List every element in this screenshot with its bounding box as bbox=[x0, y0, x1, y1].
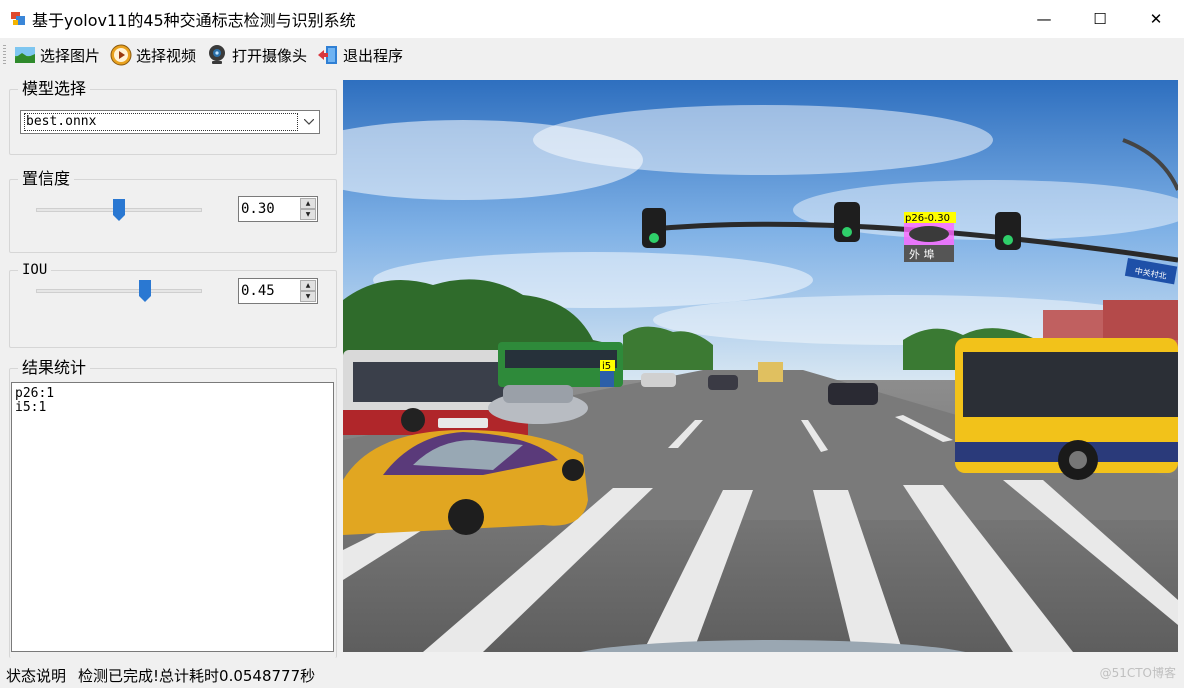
close-icon: ✕ bbox=[1149, 10, 1163, 28]
iou-group: IOU 0.45 ▲ ▼ bbox=[9, 261, 337, 348]
minimize-button[interactable]: — bbox=[1016, 0, 1072, 38]
chevron-down-icon[interactable] bbox=[299, 111, 319, 133]
status-label: 状态说明 bbox=[6, 666, 67, 685]
street-scene-image: 中关村北 p26-0.30 外 埠 i5 bbox=[343, 80, 1178, 652]
select-image-button[interactable]: 选择图片 bbox=[14, 44, 100, 66]
select-video-label: 选择视频 bbox=[136, 46, 197, 65]
image-display: 中关村北 p26-0.30 外 埠 i5 bbox=[343, 80, 1178, 652]
app-window: 基于yolov11的45种交通标志检测与识别系统 — ☐ ✕ 选择图片 选择视频… bbox=[0, 0, 1184, 688]
result-line: i5:1 bbox=[15, 400, 47, 415]
iou-slider-track[interactable] bbox=[36, 289, 202, 293]
status-bar: 状态说明 检测已完成!总计耗时0.0548777秒 bbox=[0, 662, 1184, 688]
iou-slider-thumb[interactable] bbox=[139, 280, 151, 302]
result-line: p26:1 bbox=[15, 386, 55, 401]
confidence-slider-thumb[interactable] bbox=[113, 199, 125, 221]
exit-program-button[interactable]: 退出程序 bbox=[317, 44, 403, 66]
maximize-icon: ☐ bbox=[1093, 10, 1107, 28]
exit-program-label: 退出程序 bbox=[343, 46, 404, 65]
window-title: 基于yolov11的45种交通标志检测与识别系统 bbox=[32, 11, 356, 30]
select-image-label: 选择图片 bbox=[40, 46, 101, 65]
model-group-label: 模型选择 bbox=[18, 80, 91, 98]
results-group-label: 结果统计 bbox=[18, 359, 91, 377]
iou-group-label: IOU bbox=[18, 261, 52, 279]
play-icon bbox=[110, 44, 132, 66]
model-select-value: best.onnx bbox=[24, 113, 298, 131]
webcam-icon bbox=[206, 44, 228, 66]
maximize-button[interactable]: ☐ bbox=[1072, 0, 1128, 38]
iou-spinbox[interactable]: 0.45 ▲ ▼ bbox=[238, 278, 318, 304]
select-video-button[interactable]: 选择视频 bbox=[110, 44, 196, 66]
confidence-group: 置信度 0.30 ▲ ▼ bbox=[9, 170, 337, 253]
confidence-spinbox[interactable]: 0.30 ▲ ▼ bbox=[238, 196, 318, 222]
minimize-icon: — bbox=[1036, 10, 1052, 28]
detection-label-p26: p26-0.30 bbox=[905, 213, 950, 224]
picture-icon bbox=[14, 44, 36, 66]
detection-label-i5: i5 bbox=[602, 361, 611, 372]
title-bar: 基于yolov11的45种交通标志检测与识别系统 — ☐ ✕ bbox=[0, 0, 1184, 38]
status-message: 检测已完成!总计耗时0.0548777秒 bbox=[78, 666, 316, 685]
open-camera-button[interactable]: 打开摄像头 bbox=[206, 44, 307, 66]
spin-down-icon[interactable]: ▼ bbox=[300, 291, 316, 302]
close-button[interactable]: ✕ bbox=[1128, 0, 1184, 38]
exit-icon bbox=[317, 44, 339, 66]
open-camera-label: 打开摄像头 bbox=[232, 46, 308, 65]
model-group: 模型选择 best.onnx bbox=[9, 80, 337, 155]
results-textbox[interactable]: p26:1 i5:1 bbox=[11, 382, 334, 652]
spin-down-icon[interactable]: ▼ bbox=[300, 209, 316, 220]
detection-sign-text: 外 埠 bbox=[909, 247, 935, 261]
spin-up-icon[interactable]: ▲ bbox=[300, 280, 316, 291]
toolbar-grip[interactable] bbox=[3, 45, 6, 65]
app-icon bbox=[10, 11, 26, 27]
toolbar: 选择图片 选择视频 打开摄像头 退出程序 bbox=[0, 38, 1184, 72]
iou-value: 0.45 bbox=[241, 283, 275, 299]
watermark: @51CTO博客 bbox=[1099, 666, 1176, 680]
spin-up-icon[interactable]: ▲ bbox=[300, 198, 316, 209]
confidence-group-label: 置信度 bbox=[18, 170, 75, 188]
confidence-value: 0.30 bbox=[241, 201, 275, 217]
model-select[interactable]: best.onnx bbox=[20, 110, 320, 134]
